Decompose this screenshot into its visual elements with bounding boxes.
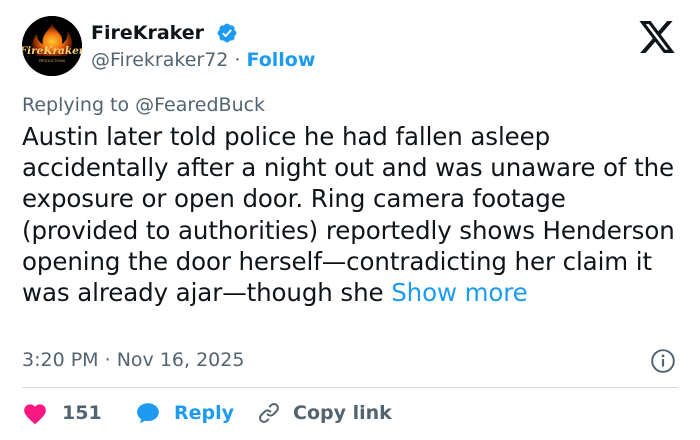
- copy-link-button[interactable]: Copy link: [257, 400, 392, 426]
- reply-label: Reply: [174, 402, 235, 424]
- reply-context: Replying to @FearedBuck: [22, 93, 265, 117]
- author-handle[interactable]: @Firekraker72: [91, 49, 228, 71]
- tweet-date: Nov 16, 2025: [116, 349, 245, 371]
- reply-button[interactable]: Reply: [135, 400, 234, 426]
- x-logo-icon[interactable]: [637, 19, 677, 55]
- reply-context-prefix: Replying to: [22, 94, 130, 116]
- author-handle-line: @Firekraker72 · Follow: [91, 48, 315, 72]
- link-icon: [259, 403, 279, 423]
- author-name[interactable]: FireKraker: [91, 21, 204, 45]
- avatar-logo-text: FireKraker: [22, 45, 82, 57]
- like-count: 151: [62, 402, 102, 424]
- like-button[interactable]: 151: [22, 400, 102, 426]
- timestamp-separator: ·: [104, 349, 111, 371]
- tweet-text: Austin later told police he had fallen a…: [22, 121, 682, 308]
- author-avatar[interactable]: FireKraker PRODUCTIONS: [22, 16, 82, 76]
- show-more-link[interactable]: Show more: [391, 278, 528, 307]
- tweet-timestamp[interactable]: 3:20 PM · Nov 16, 2025: [22, 348, 244, 372]
- avatar-logo: FireKraker PRODUCTIONS: [22, 16, 82, 76]
- speech-bubble-icon: [137, 403, 159, 424]
- tweet-embed-card: FireKraker PRODUCTIONS FireKraker @Firek…: [0, 0, 700, 440]
- heart-icon: [24, 404, 46, 425]
- avatar-logo-subtext: PRODUCTIONS: [39, 59, 66, 63]
- verified-badge-icon: [217, 23, 237, 43]
- tweet-text-content: Austin later told police he had fallen a…: [22, 122, 675, 308]
- handle-separator: ·: [234, 49, 241, 71]
- reply-context-target[interactable]: @FearedBuck: [135, 94, 265, 116]
- divider: [22, 387, 678, 388]
- info-icon[interactable]: [650, 348, 676, 374]
- copy-link-label: Copy link: [293, 402, 392, 424]
- follow-button[interactable]: Follow: [247, 49, 316, 71]
- tweet-time: 3:20 PM: [22, 349, 99, 371]
